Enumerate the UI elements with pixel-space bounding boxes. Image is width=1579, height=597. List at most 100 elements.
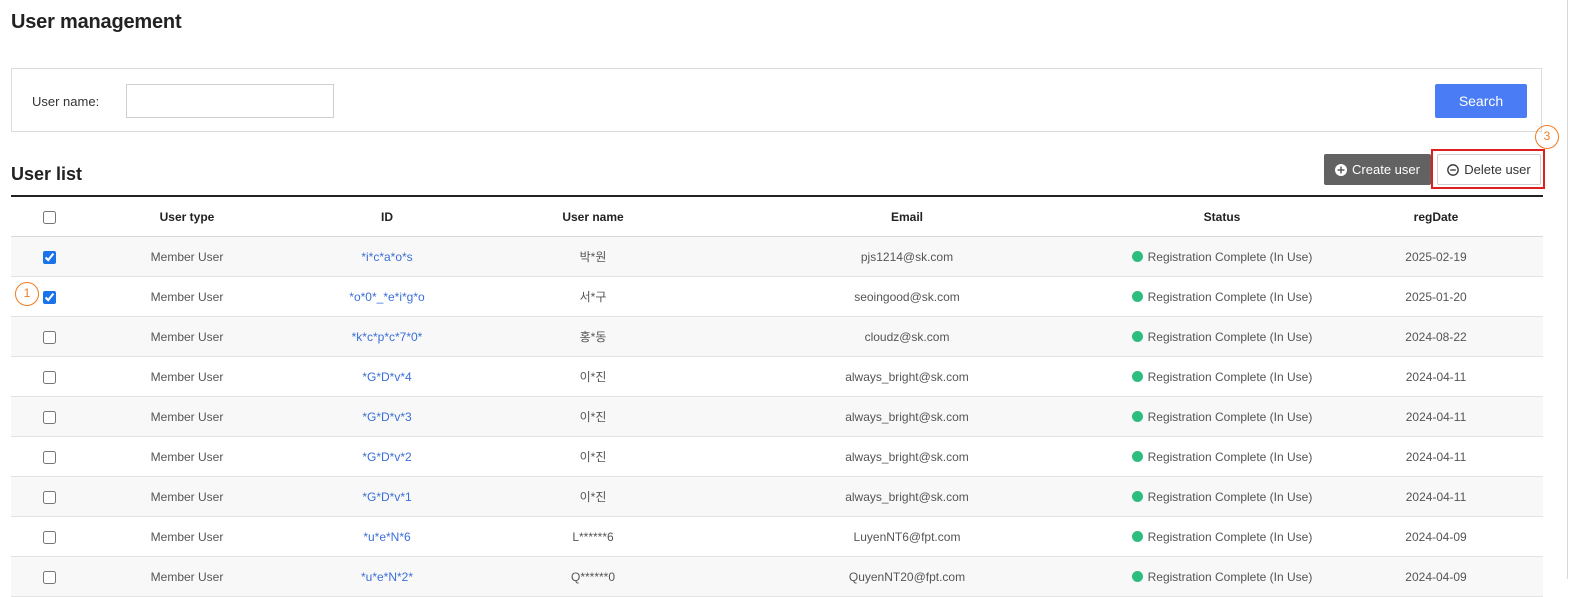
user-type-cell: Member User [87,476,287,517]
table-row[interactable]: Member User *u*e*N*6 L******6 LuyenNT6@fpt.… [11,516,1543,557]
row-select-cell [11,276,87,317]
row-select-cell [11,516,87,557]
table-row[interactable]: Member User *o*0*_*e*i*g*o 서*구 seoingood@sk… [11,276,1543,317]
user-type-cell: Member User [87,356,287,397]
header-email: Email [699,196,1115,237]
row-select-cell [11,356,87,397]
user-type-cell: Member User [87,396,287,437]
user-id-link[interactable]: *o*0*_*e*i*g*o [349,290,424,304]
row-checkbox[interactable] [42,250,56,264]
status-cell: Registration Complete (In Use) [1115,316,1329,357]
table-row[interactable]: Member User *k*c*p*c*7*0* 홍*동 cloudz@sk.com… [11,316,1543,357]
reg-date-cell: 2024-04-09 [1329,516,1543,557]
status-cell: Registration Complete (In Use) [1115,476,1329,517]
user-id-link[interactable]: *G*D*v*4 [362,370,411,384]
search-button[interactable]: Search [1435,84,1527,118]
user-name-cell: Q******0 [487,556,699,597]
status-text: Registration Complete (In Use) [1147,449,1313,464]
search-panel: User name: Search [11,68,1542,132]
status-cell: Registration Complete (In Use) [1115,396,1329,437]
id-cell: *i*c*a*o*s [287,236,487,277]
reg-date-cell: 2024-04-11 [1329,356,1543,397]
status-text: Registration Complete (In Use) [1147,529,1313,544]
user-id-link[interactable]: *G*D*v*1 [362,490,411,504]
status-dot-icon [1131,370,1143,382]
status-cell: Registration Complete (In Use) [1115,436,1329,477]
table-row[interactable]: Member User *G*D*v*1 이*진 always_bright@sk.c… [11,476,1543,517]
email-cell: always_bright@sk.com [699,356,1115,397]
reg-date-cell: 2024-04-11 [1329,436,1543,477]
row-checkbox[interactable] [42,290,56,304]
table-row[interactable]: Member User *i*c*a*o*s 박*원 pjs1214@sk.com Re… [11,236,1543,277]
status-text: Registration Complete (In Use) [1147,329,1313,344]
row-select-cell [11,396,87,437]
email-cell: always_bright@sk.com [699,476,1115,517]
row-select-cell [11,556,87,597]
page-title: User management [11,11,182,33]
status-text: Registration Complete (In Use) [1147,489,1313,504]
user-id-link[interactable]: *i*c*a*o*s [361,250,412,264]
row-select-cell [11,316,87,357]
header-reg-date: regDate [1329,196,1543,237]
email-cell: LuyenNT6@fpt.com [699,516,1115,557]
status-dot-icon [1131,330,1143,342]
email-cell: cloudz@sk.com [699,316,1115,357]
id-cell: *G*D*v*3 [287,396,487,437]
user-name-input[interactable] [126,84,334,118]
reg-date-cell: 2025-02-19 [1329,236,1543,277]
user-name-cell: L******6 [487,516,699,557]
user-name-cell: 박*원 [487,236,699,277]
status-dot-icon [1131,290,1143,302]
table-row[interactable]: Member User *u*e*N*2* Q******0 QuyenNT20@fp… [11,556,1543,597]
user-id-link[interactable]: *u*e*N*2* [361,570,413,584]
vertical-scrollbar[interactable] [1567,0,1579,579]
email-cell: pjs1214@sk.com [699,236,1115,277]
step-marker-3: 3 [1535,125,1559,149]
user-name-cell: 이*진 [487,436,699,477]
select-all-cell [11,196,87,237]
status-cell: Registration Complete (In Use) [1115,276,1329,317]
user-name-cell: 홍*동 [487,316,699,357]
status-text: Registration Complete (In Use) [1147,369,1313,384]
user-name-cell: 이*진 [487,356,699,397]
status-dot-icon [1131,490,1143,502]
header-user-type: User type [87,196,287,237]
user-type-cell: Member User [87,556,287,597]
email-cell: always_bright@sk.com [699,396,1115,437]
user-name-cell: 서*구 [487,276,699,317]
select-all-checkbox[interactable] [42,210,56,224]
status-cell: Registration Complete (In Use) [1115,516,1329,557]
delete-highlight-box [1431,149,1545,189]
user-id-link[interactable]: *k*c*p*c*7*0* [352,330,423,344]
status-text: Registration Complete (In Use) [1147,569,1313,584]
row-checkbox[interactable] [42,490,56,504]
table-row[interactable]: Member User *G*D*v*2 이*진 always_bright@sk.c… [11,436,1543,477]
status-cell: Registration Complete (In Use) [1115,356,1329,397]
table-row[interactable]: Member User *G*D*v*4 이*진 always_bright@sk.c… [11,356,1543,397]
row-select-cell [11,476,87,517]
row-checkbox[interactable] [42,570,56,584]
id-cell: *G*D*v*1 [287,476,487,517]
id-cell: *o*0*_*e*i*g*o [287,276,487,317]
user-id-link[interactable]: *G*D*v*2 [362,450,411,464]
id-cell: *G*D*v*2 [287,436,487,477]
row-checkbox[interactable] [42,370,56,384]
row-checkbox[interactable] [42,330,56,344]
user-id-link[interactable]: *G*D*v*3 [362,410,411,424]
row-checkbox[interactable] [42,530,56,544]
user-list-title: User list [11,164,83,184]
email-cell: QuyenNT20@fpt.com [699,556,1115,597]
create-user-button[interactable]: Create user [1324,154,1431,185]
user-table: User type ID User name Email Status regD… [11,195,1543,597]
row-checkbox[interactable] [42,450,56,464]
user-id-link[interactable]: *u*e*N*6 [363,530,410,544]
table-row[interactable]: Member User *G*D*v*3 이*진 always_bright@sk.c… [11,396,1543,437]
row-checkbox[interactable] [42,410,56,424]
id-cell: *u*e*N*2* [287,556,487,597]
user-type-cell: Member User [87,276,287,317]
reg-date-cell: 2024-04-11 [1329,476,1543,517]
user-type-cell: Member User [87,316,287,357]
user-name-label: User name: [32,94,100,109]
plus-circle-icon [1335,163,1348,176]
reg-date-cell: 2024-04-11 [1329,396,1543,437]
